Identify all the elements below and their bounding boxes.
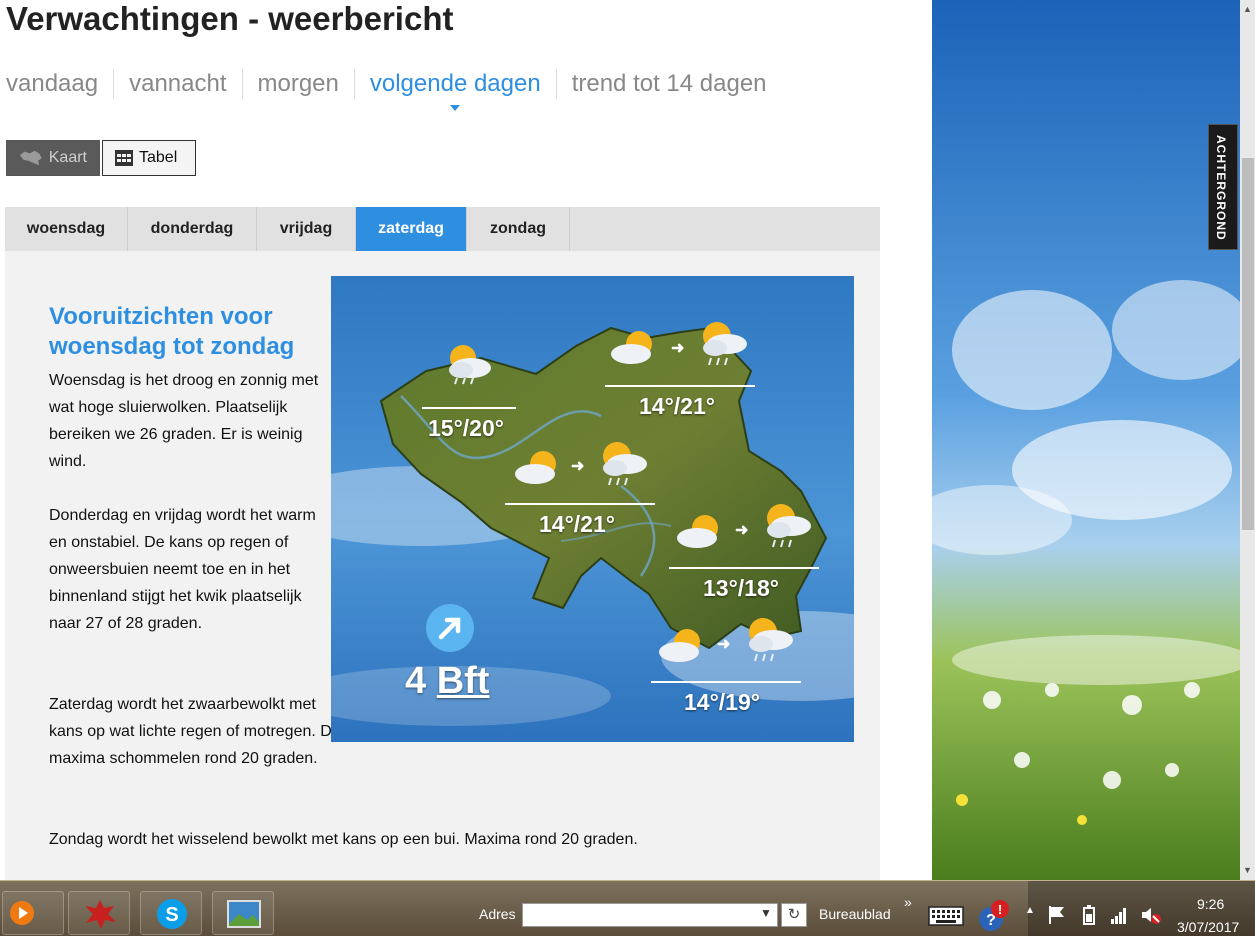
table-view-button[interactable]: Tabel [102,140,196,176]
nav-vandaag[interactable]: vandaag [6,69,113,99]
background-toggle-tab[interactable]: ACHTERGROND [1208,124,1238,250]
taskbar-photo-viewer[interactable] [212,891,274,935]
sun-cloud-rain-icon [603,442,647,486]
sun-cloud-rain-icon [703,322,747,366]
sun-cloud-rain-icon [767,504,811,548]
taskbar: S Adres ▼ ↻ Bureaublad » ?! ▲ 9:26 3/07/… [0,880,1255,936]
region-west-line [422,407,516,409]
nav-morgen[interactable]: morgen [241,69,354,99]
forecast-paragraph-saturday: Zaterdag wordt het zwaarbewolkt met kans… [49,696,341,767]
address-label: Adres [479,906,516,922]
weather-map: 15°/20° ➜ 14°/21° ➜ 14°/21° ➜ 13°/18° ➜ … [331,276,854,742]
map-view-button[interactable]: Kaart [6,140,100,176]
address-dropdown-icon[interactable]: ▼ [760,906,772,920]
scroll-down-icon[interactable]: ▼ [1243,865,1252,875]
taskbar-skype[interactable]: S [140,891,202,935]
keyboard-icon[interactable] [928,906,964,926]
scroll-up-icon[interactable]: ▲ [1243,4,1252,14]
region-east-line [669,567,819,569]
wind-value: 4 [405,660,427,702]
show-hidden-icons-icon[interactable]: ▲ [1022,903,1038,919]
region-south-temps: 14°/19° [684,689,760,715]
arrow-right-icon: ➜ [671,340,685,357]
wind-force: 4 Bft [405,660,489,703]
background-tab-label: ACHTERGROND [1214,135,1228,241]
arrow-right-icon: ➜ [717,636,731,653]
nav-trend-14-dagen[interactable]: trend tot 14 dagen [555,69,782,99]
background-image [932,0,1255,880]
region-east-temps: 13°/18° [703,575,779,601]
forecast-paragraph-thu-fri: Donderdag en vrijdag wordt het warm en o… [49,507,316,632]
weather-page: Verwachtingen - weerbericht vandaag vann… [0,0,932,880]
toolbar-overflow-icon[interactable]: » [904,894,912,910]
tab-vrijdag[interactable]: vrijdag [257,207,356,251]
forecast-paragraph-wednesday: Woensdag is het droog en zonnig met wat … [49,372,319,470]
battery-icon[interactable] [1080,905,1098,925]
wind-unit-link[interactable]: Bft [437,660,490,702]
region-center-line [505,503,655,505]
taskbar-paint-app[interactable] [68,891,130,935]
region-west-temps: 15°/20° [428,415,504,441]
page-title: Verwachtingen - weerbericht [6,0,454,37]
paint-splat-icon [85,900,116,929]
map-view-label: Kaart [48,149,87,166]
wind-direction-icon [426,604,474,652]
region-center-temps: 14°/21° [539,511,615,537]
tab-zondag[interactable]: zondag [467,207,570,251]
skype-icon: S [157,899,187,929]
nav-vannacht[interactable]: vannacht [113,69,241,99]
sun-cloud-icon [611,331,652,364]
volume-muted-icon[interactable] [1140,905,1162,925]
scroll-thumb[interactable] [1242,158,1254,530]
signal-icon[interactable] [1110,905,1128,925]
tab-donderdag[interactable]: donderdag [128,207,257,251]
sun-cloud-icon [659,629,700,662]
photo-viewer-icon [227,900,261,928]
table-icon [115,150,133,166]
media-player-icon [10,901,34,925]
arrow-right-icon: ➜ [571,458,585,475]
tab-woensdag[interactable]: woensdag [5,207,128,251]
day-tabs: woensdag donderdag vrijdag zaterdag zond… [5,207,880,259]
sun-cloud-icon [515,451,556,484]
svg-text:S: S [165,904,178,926]
table-view-label: Tabel [139,149,178,166]
nav-volgende-dagen[interactable]: volgende dagen [353,69,556,111]
sun-cloud-rain-icon [449,345,491,385]
region-south-line [651,681,801,683]
belgium-map-icon [19,150,42,166]
forecast-heading: Vooruitzichten voor woensdag tot zondag [49,303,295,360]
sun-cloud-icon [677,515,718,548]
forecast-paragraph-sunday: Zondag wordt het wisselend bewolkt met k… [49,831,638,848]
region-north-line [605,385,755,387]
action-center-flag-icon[interactable] [1048,905,1066,925]
arrow-right-icon: ➜ [735,522,749,539]
forecast-nav: vandaag vannacht morgen volgende dagen t… [6,68,782,111]
taskbar-media-player[interactable] [2,891,64,935]
region-north-temps: 14°/21° [639,393,715,419]
desktop-toolbar-label: Bureaublad [819,906,891,922]
clock-date[interactable]: 3/07/2017 [1177,919,1239,935]
refresh-icon[interactable]: ↻ [781,903,807,927]
clock-time[interactable]: 9:26 [1197,896,1224,912]
address-input[interactable] [522,903,778,927]
tab-zaterdag[interactable]: zaterdag [356,207,467,259]
svg-text:!: ! [998,902,1002,917]
view-toggle: Kaart Tabel [6,140,196,176]
help-alert-icon[interactable]: ?! [977,899,1009,933]
sun-cloud-rain-icon [749,618,793,662]
